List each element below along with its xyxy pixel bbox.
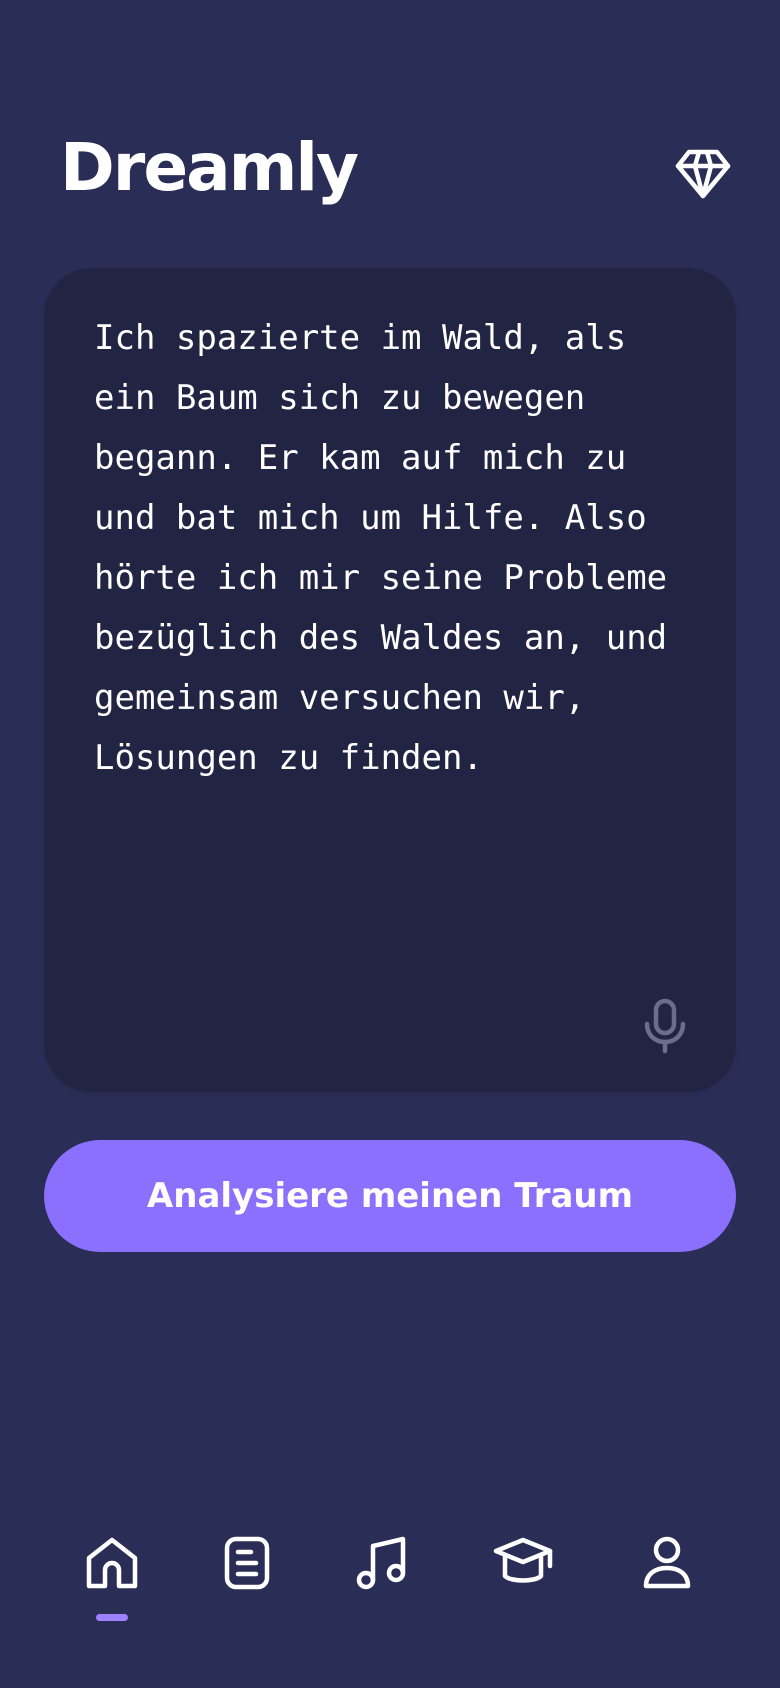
app-title: Dreamly: [60, 129, 359, 206]
mic-button[interactable]: [634, 990, 696, 1062]
graduation-cap-icon: [493, 1537, 553, 1583]
bottom-nav: [0, 1520, 780, 1620]
music-note-icon: [356, 1536, 406, 1590]
nav-active-indicator: [96, 1614, 128, 1621]
nav-item-journal[interactable]: [207, 1520, 287, 1620]
dream-text-input[interactable]: Ich spazierte im Wald, als ein Baum sich…: [94, 308, 694, 948]
nav-item-profile[interactable]: [627, 1520, 707, 1620]
microphone-icon: [644, 998, 686, 1054]
dream-card: Ich spazierte im Wald, als ein Baum sich…: [44, 268, 736, 1092]
nav-item-learn[interactable]: [483, 1520, 563, 1620]
nav-item-music[interactable]: [341, 1520, 421, 1620]
nav-item-home[interactable]: [72, 1520, 152, 1620]
premium-button[interactable]: [672, 144, 734, 204]
document-icon: [224, 1536, 270, 1590]
analyze-dream-button[interactable]: Analysiere meinen Traum: [44, 1140, 736, 1252]
user-icon: [643, 1536, 691, 1589]
home-icon: [86, 1537, 138, 1589]
diamond-icon: [675, 149, 731, 199]
